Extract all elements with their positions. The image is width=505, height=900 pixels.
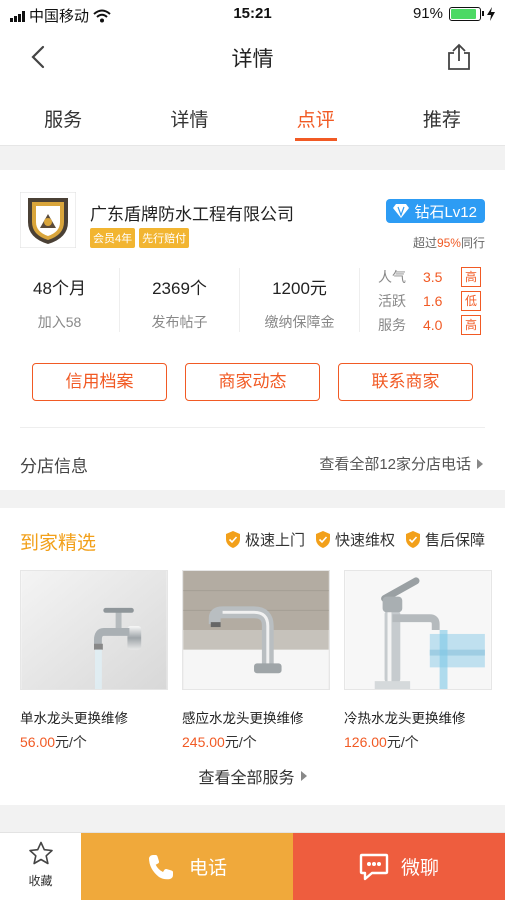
shield-check-icon — [405, 531, 420, 548]
contact-merchant-button[interactable]: 联系商家 — [338, 363, 473, 401]
stat-deposit: 1200元 缴纳保障金 — [240, 268, 360, 332]
product-price: 56.00元/个 — [20, 734, 87, 750]
stat-posts: 2369个 发布帖子 — [120, 268, 240, 332]
battery-icon — [449, 6, 484, 21]
store-card: 广东盾牌防水工程有限公司 会员4年 先行赔付 钻石Lv12 超过95%同行 48… — [0, 170, 505, 490]
member-years-badge: 会员4年 — [90, 228, 136, 248]
product-name: 冷热水龙头更换维修 — [344, 711, 466, 726]
status-bar: 中国移动 15:21 91% — [0, 0, 505, 30]
guarantee-fast-visit: 极速上门 — [225, 529, 305, 550]
tab-reviews[interactable]: 点评 — [253, 84, 379, 145]
chat-label: 微聊 — [400, 858, 439, 879]
shield-check-icon — [225, 531, 240, 548]
rating-popularity: 人气 3.5 高 — [378, 266, 481, 288]
services-card: 到家精选 极速上门 快速维权 售后保障 单水龙头更换维修 56.00元/个 感应… — [0, 508, 505, 805]
store-actions: 信用档案 商家动态 联系商家 — [0, 363, 505, 401]
battery-percent: 91% — [412, 5, 443, 22]
bottom-action-bar: 收藏 电话 微聊 — [0, 832, 505, 900]
guarantee-after-sales: 售后保障 — [405, 529, 485, 550]
level-badge: 钻石Lv12 — [386, 199, 485, 223]
share-icon[interactable] — [445, 42, 473, 72]
branch-phones-link[interactable]: 查看全部12家分店电话 — [319, 453, 483, 474]
view-all-services-link[interactable]: 查看全部服务 — [0, 764, 505, 788]
product-name: 单水龙头更换维修 — [20, 711, 128, 726]
section-title: 到家精选 — [20, 533, 97, 554]
page-title: 详情 — [231, 48, 274, 71]
product-list: 单水龙头更换维修 56.00元/个 感应水龙头更换维修 245.00元/个 冷热… — [20, 570, 492, 752]
store-ratings: 人气 3.5 高 活跃 1.6 低 服务 4.0 高 — [378, 266, 481, 338]
diamond-icon — [393, 204, 410, 218]
caret-right-icon — [300, 771, 307, 781]
level-label: 钻石Lv12 — [414, 203, 477, 221]
tab-recommend[interactable]: 推荐 — [379, 84, 505, 145]
rating-service: 服务 4.0 高 — [378, 314, 481, 336]
merchant-news-button[interactable]: 商家动态 — [185, 363, 320, 401]
compensation-badge: 先行赔付 — [139, 228, 190, 248]
tab-service[interactable]: 服务 — [0, 84, 126, 145]
tab-bar: 服务 详情 点评 推荐 — [0, 84, 505, 146]
branch-info-label: 分店信息 — [20, 457, 88, 476]
phone-icon — [148, 854, 173, 879]
product-price: 126.00元/个 — [344, 734, 419, 750]
credit-record-button[interactable]: 信用档案 — [32, 363, 167, 401]
service-guarantees: 极速上门 快速维权 售后保障 — [225, 529, 485, 550]
product-card[interactable]: 冷热水龙头更换维修 126.00元/个 — [344, 570, 492, 752]
divider — [20, 427, 485, 428]
faucet-image — [20, 570, 168, 690]
charging-icon — [487, 6, 495, 21]
star-icon — [28, 841, 53, 865]
company-logo — [20, 192, 76, 248]
call-label: 电话 — [188, 858, 227, 879]
favorite-label: 收藏 — [28, 874, 53, 888]
favorite-button[interactable]: 收藏 — [0, 833, 81, 900]
company-name: 广东盾牌防水工程有限公司 — [90, 205, 294, 224]
call-button[interactable]: 电话 — [81, 833, 293, 900]
product-card[interactable]: 感应水龙头更换维修 245.00元/个 — [182, 570, 330, 752]
exceed-text: 超过95%同行 — [412, 236, 485, 250]
store-stats: 48个月 加入58 2369个 发布帖子 1200元 缴纳保障金 — [0, 258, 360, 343]
product-card[interactable]: 单水龙头更换维修 56.00元/个 — [20, 570, 168, 752]
tab-details[interactable]: 详情 — [126, 84, 252, 145]
shield-check-icon — [315, 531, 330, 548]
chat-bubble-icon — [359, 853, 389, 880]
chat-button[interactable]: 微聊 — [293, 833, 505, 900]
rating-activity: 活跃 1.6 低 — [378, 290, 481, 312]
nav-bar: 详情 — [0, 30, 505, 84]
stat-join: 48个月 加入58 — [0, 268, 120, 332]
caret-right-icon — [477, 458, 483, 469]
member-badges: 会员4年 先行赔付 — [90, 228, 190, 248]
product-name: 感应水龙头更换维修 — [182, 711, 304, 726]
product-price: 245.00元/个 — [182, 734, 257, 750]
sensor-faucet-image — [182, 570, 330, 690]
guarantee-rights: 快速维权 — [315, 529, 395, 550]
mixer-faucet-image — [344, 570, 492, 690]
